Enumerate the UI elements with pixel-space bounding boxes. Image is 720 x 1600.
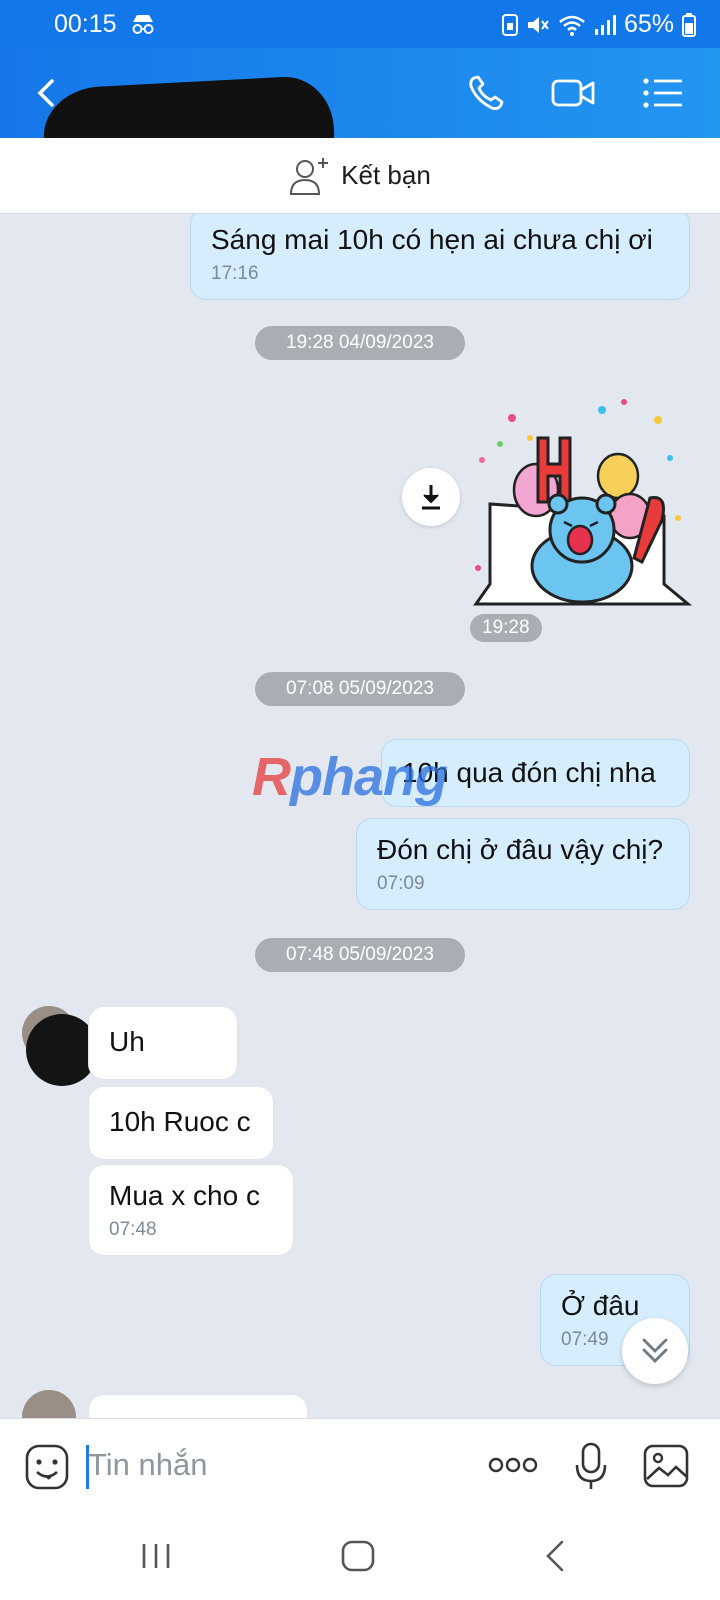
status-icons: 65%: [501, 10, 696, 39]
battery-percent: 65%: [623, 10, 674, 38]
date-divider: 19:28 04/09/2023: [255, 326, 465, 360]
home-icon[interactable]: [338, 1536, 378, 1576]
message-time: 17:16: [211, 262, 259, 284]
emoji-icon[interactable]: [24, 1443, 70, 1491]
message-text: Uh: [109, 1026, 145, 1057]
add-friend-button[interactable]: Kết bạn: [0, 138, 720, 214]
back-arrow-icon[interactable]: [34, 78, 58, 108]
message-text: 10h Ruoc c: [109, 1106, 251, 1137]
phone-icon[interactable]: [464, 72, 510, 114]
message-input-bar: Tin nhắn: [0, 1418, 720, 1514]
sticker-hi-bear[interactable]: [472, 398, 692, 610]
message-bubble[interactable]: Uh: [88, 1006, 238, 1080]
incognito-icon: [132, 15, 154, 34]
more-dots-icon[interactable]: [488, 1455, 538, 1475]
microphone-icon[interactable]: [574, 1441, 608, 1491]
double-chevron-down-icon: [642, 1338, 668, 1363]
signal-icon: [594, 14, 616, 35]
message-bubble[interactable]: Sáng mai 10h có hẹn ai chưa chị ơi 17:16: [190, 214, 690, 301]
status-time: 00:15: [54, 10, 117, 38]
video-call-icon[interactable]: [550, 72, 596, 114]
recent-apps-icon[interactable]: [140, 1536, 172, 1576]
message-time: 07:48: [109, 1218, 157, 1240]
message-bubble[interactable]: Đón chị ở đâu vậy chị? 07:09: [356, 818, 690, 911]
scroll-to-bottom-button[interactable]: [622, 1318, 688, 1384]
status-bar: 00:15 65%: [0, 0, 720, 48]
back-icon[interactable]: [540, 1536, 570, 1576]
add-friend-label: Kết bạn: [341, 160, 431, 190]
wifi-icon: [559, 15, 585, 36]
chat-header: [0, 48, 720, 196]
message-bubble[interactable]: 10h Ruoc c: [88, 1086, 274, 1160]
add-friend-icon: [290, 157, 329, 195]
date-divider: 07:48 05/09/2023: [255, 938, 465, 972]
system-nav-bar: [0, 1514, 720, 1600]
message-time: 07:09: [377, 872, 425, 894]
download-icon: [422, 485, 440, 510]
message-text: Ở đâu: [561, 1290, 640, 1321]
menu-list-icon[interactable]: [640, 72, 686, 114]
message-text: Mua x cho c: [109, 1180, 260, 1211]
message-bubble-partial[interactable]: [88, 1394, 308, 1418]
battery-icon: [682, 12, 696, 37]
chat-area[interactable]: Sáng mai 10h có hẹn ai chưa chị ơi 17:16…: [0, 214, 720, 1418]
download-button[interactable]: [402, 468, 460, 526]
avatar[interactable]: [22, 1390, 76, 1418]
message-bubble[interactable]: Mua x cho c 07:48: [88, 1164, 294, 1257]
message-text: Sáng mai 10h có hẹn ai chưa chị ơi: [211, 224, 653, 255]
sticker-time: 19:28: [470, 614, 542, 642]
image-icon[interactable]: [642, 1443, 690, 1489]
sim-icon: [501, 13, 518, 36]
message-text: Đón chị ở đâu vậy chị?: [377, 834, 664, 865]
message-input[interactable]: Tin nhắn: [88, 1447, 208, 1483]
mute-icon: [527, 16, 549, 33]
watermark: Rphang: [252, 747, 448, 807]
date-divider: 07:08 05/09/2023: [255, 672, 465, 706]
